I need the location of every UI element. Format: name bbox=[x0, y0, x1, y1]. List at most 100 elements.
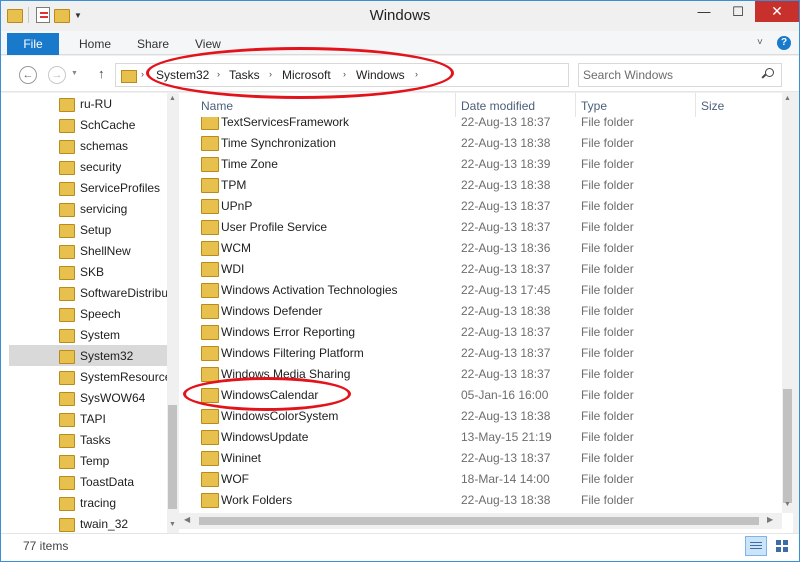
sidebar-item[interactable]: ToastData bbox=[9, 471, 167, 492]
file-row[interactable]: Windows Filtering Platform 22-Aug-13 18:3… bbox=[179, 342, 775, 363]
file-row[interactable]: Windows Defender 22-Aug-13 18:38 File fold… bbox=[179, 300, 775, 321]
folder-icon bbox=[201, 451, 219, 466]
file-row[interactable]: WOF 18-Mar-14 14:00 File folder bbox=[179, 468, 775, 489]
scroll-up-icon[interactable]: ▲ bbox=[784, 95, 791, 102]
folder-icon bbox=[59, 265, 75, 280]
file-row[interactable]: Windows Error Reporting 22-Aug-13 18:37 Fi… bbox=[179, 321, 775, 342]
navigation-pane: ru-RU SchCache schemas security ServiceProfi… bbox=[1, 93, 177, 533]
column-divider[interactable] bbox=[455, 93, 456, 117]
tab-view[interactable]: View bbox=[195, 37, 221, 51]
sidebar-item[interactable]: SystemResources bbox=[9, 366, 167, 387]
scroll-thumb[interactable] bbox=[168, 405, 177, 509]
file-row[interactable]: Wininet 22-Aug-13 18:37 File folder bbox=[179, 447, 775, 468]
sidebar-item-label: ServiceProfiles bbox=[80, 180, 161, 195]
column-size[interactable]: Size bbox=[701, 99, 724, 113]
sidebar-item-label: SoftwareDistribution bbox=[80, 285, 167, 300]
file-type: File folder bbox=[581, 136, 634, 150]
details-view-icon[interactable] bbox=[745, 536, 767, 556]
column-name[interactable]: Name bbox=[201, 99, 233, 113]
forward-button[interactable]: → bbox=[48, 66, 66, 84]
breadcrumb-separator-icon[interactable]: › bbox=[343, 69, 346, 79]
minimize-button[interactable]: — bbox=[687, 1, 721, 22]
folder-icon bbox=[59, 454, 75, 469]
sidebar-item[interactable]: twain_32 bbox=[9, 513, 167, 533]
sidebar-item[interactable]: ru-RU bbox=[9, 93, 167, 114]
file-date: 22-Aug-13 18:37 bbox=[461, 367, 551, 381]
file-list-scrollbar[interactable]: ▲ ▼ bbox=[782, 93, 793, 513]
sidebar-item[interactable]: schemas bbox=[9, 135, 167, 156]
sidebar-item[interactable]: System32 bbox=[9, 345, 167, 366]
scroll-down-icon[interactable]: ▼ bbox=[784, 501, 791, 508]
breadcrumb-system32[interactable]: System32 bbox=[156, 68, 209, 82]
maximize-button[interactable]: ☐ bbox=[721, 1, 755, 22]
back-button[interactable]: ← bbox=[19, 66, 37, 84]
status-bar: 77 items bbox=[1, 533, 799, 561]
folder-icon bbox=[59, 433, 75, 448]
file-row[interactable]: Windows Media Sharing 22-Aug-13 18:37 File… bbox=[179, 363, 775, 384]
breadcrumb-separator-icon[interactable]: › bbox=[141, 69, 144, 79]
breadcrumb-separator-icon[interactable]: › bbox=[217, 69, 220, 79]
column-divider[interactable] bbox=[575, 93, 576, 117]
scroll-down-icon[interactable]: ▼ bbox=[169, 521, 176, 528]
address-bar[interactable]: › System32 › Tasks › Microsoft › Windows… bbox=[115, 63, 676, 87]
file-row[interactable]: WCM 22-Aug-13 18:36 File folder bbox=[179, 237, 775, 258]
scroll-left-icon[interactable]: ◀ bbox=[184, 515, 190, 524]
column-type[interactable]: Type bbox=[581, 99, 607, 113]
file-row[interactable]: WindowsCalendar 05-Jan-16 16:00 File folde… bbox=[179, 384, 775, 405]
sidebar-item[interactable]: security bbox=[9, 156, 167, 177]
file-row[interactable]: Windows Activation Technologies 22-Aug-13… bbox=[179, 279, 775, 300]
scroll-up-icon[interactable]: ▲ bbox=[169, 95, 176, 102]
file-name: Time Zone bbox=[221, 157, 278, 171]
file-row[interactable]: TPM 22-Aug-13 18:38 File folder bbox=[179, 174, 775, 195]
breadcrumb-microsoft[interactable]: Microsoft bbox=[282, 68, 331, 82]
sidebar-item[interactable]: SoftwareDistribution bbox=[9, 282, 167, 303]
sidebar-item[interactable]: SysWOW64 bbox=[9, 387, 167, 408]
folder-icon bbox=[201, 283, 219, 298]
recent-locations-icon[interactable]: ▼ bbox=[71, 70, 78, 77]
file-row[interactable]: WDI 22-Aug-13 18:37 File folder bbox=[179, 258, 775, 279]
sidebar-item[interactable]: SKB bbox=[9, 261, 167, 282]
tab-file[interactable]: File bbox=[7, 33, 59, 55]
scroll-right-icon[interactable]: ▶ bbox=[767, 515, 773, 524]
tab-share[interactable]: Share bbox=[137, 37, 169, 51]
sidebar-item[interactable]: System bbox=[9, 324, 167, 345]
file-date: 13-May-15 21:19 bbox=[461, 430, 552, 444]
file-row[interactable]: UPnP 22-Aug-13 18:37 File folder bbox=[179, 195, 775, 216]
file-row[interactable]: Time Synchronization 22-Aug-13 18:38 File … bbox=[179, 132, 775, 153]
sidebar-item[interactable]: Speech bbox=[9, 303, 167, 324]
search-box[interactable] bbox=[578, 63, 782, 87]
breadcrumb-separator-icon[interactable]: › bbox=[269, 69, 272, 79]
column-divider[interactable] bbox=[695, 93, 696, 117]
help-icon[interactable]: ? bbox=[777, 36, 791, 50]
sidebar-item[interactable]: Temp bbox=[9, 450, 167, 471]
horizontal-scrollbar[interactable]: ◀ ▶ bbox=[179, 513, 782, 529]
sidebar-item[interactable]: TAPI bbox=[9, 408, 167, 429]
sidebar-item[interactable]: Tasks bbox=[9, 429, 167, 450]
close-button[interactable]: ✕ bbox=[755, 1, 799, 22]
file-row[interactable]: Time Zone 22-Aug-13 18:39 File folder bbox=[179, 153, 775, 174]
tab-home[interactable]: Home bbox=[79, 37, 111, 51]
large-icons-view-icon[interactable] bbox=[771, 536, 793, 556]
scroll-thumb[interactable] bbox=[199, 517, 759, 525]
sidebar-item[interactable]: servicing bbox=[9, 198, 167, 219]
sidebar-item[interactable]: Setup bbox=[9, 219, 167, 240]
expand-ribbon-icon[interactable]: ˅ bbox=[757, 37, 763, 48]
column-date-modified[interactable]: Date modified bbox=[461, 99, 535, 113]
sidebar-item[interactable]: ServiceProfiles bbox=[9, 177, 167, 198]
navigation-pane-scrollbar[interactable]: ▲ ▼ bbox=[167, 93, 178, 533]
breadcrumb-tasks[interactable]: Tasks bbox=[229, 68, 260, 82]
breadcrumb-separator-icon[interactable]: › bbox=[415, 69, 418, 79]
sidebar-item[interactable]: SchCache bbox=[9, 114, 167, 135]
search-input[interactable] bbox=[583, 67, 753, 83]
search-icon[interactable] bbox=[762, 68, 774, 80]
file-row[interactable]: WindowsUpdate 13-May-15 21:19 File folder bbox=[179, 426, 775, 447]
explorer-window: ▼ Windows — ☐ ✕ File Home Share View ˅ ?… bbox=[0, 0, 800, 562]
breadcrumb-windows[interactable]: Windows bbox=[356, 68, 405, 82]
file-row[interactable]: WindowsColorSystem 22-Aug-13 18:38 File fo… bbox=[179, 405, 775, 426]
file-row[interactable]: Work Folders 22-Aug-13 18:38 File folder bbox=[179, 489, 775, 510]
sidebar-item[interactable]: tracing bbox=[9, 492, 167, 513]
up-button[interactable]: ↑ bbox=[98, 66, 105, 81]
scroll-thumb[interactable] bbox=[783, 389, 792, 503]
sidebar-item[interactable]: ShellNew bbox=[9, 240, 167, 261]
file-row[interactable]: User Profile Service 22-Aug-13 18:37 File … bbox=[179, 216, 775, 237]
